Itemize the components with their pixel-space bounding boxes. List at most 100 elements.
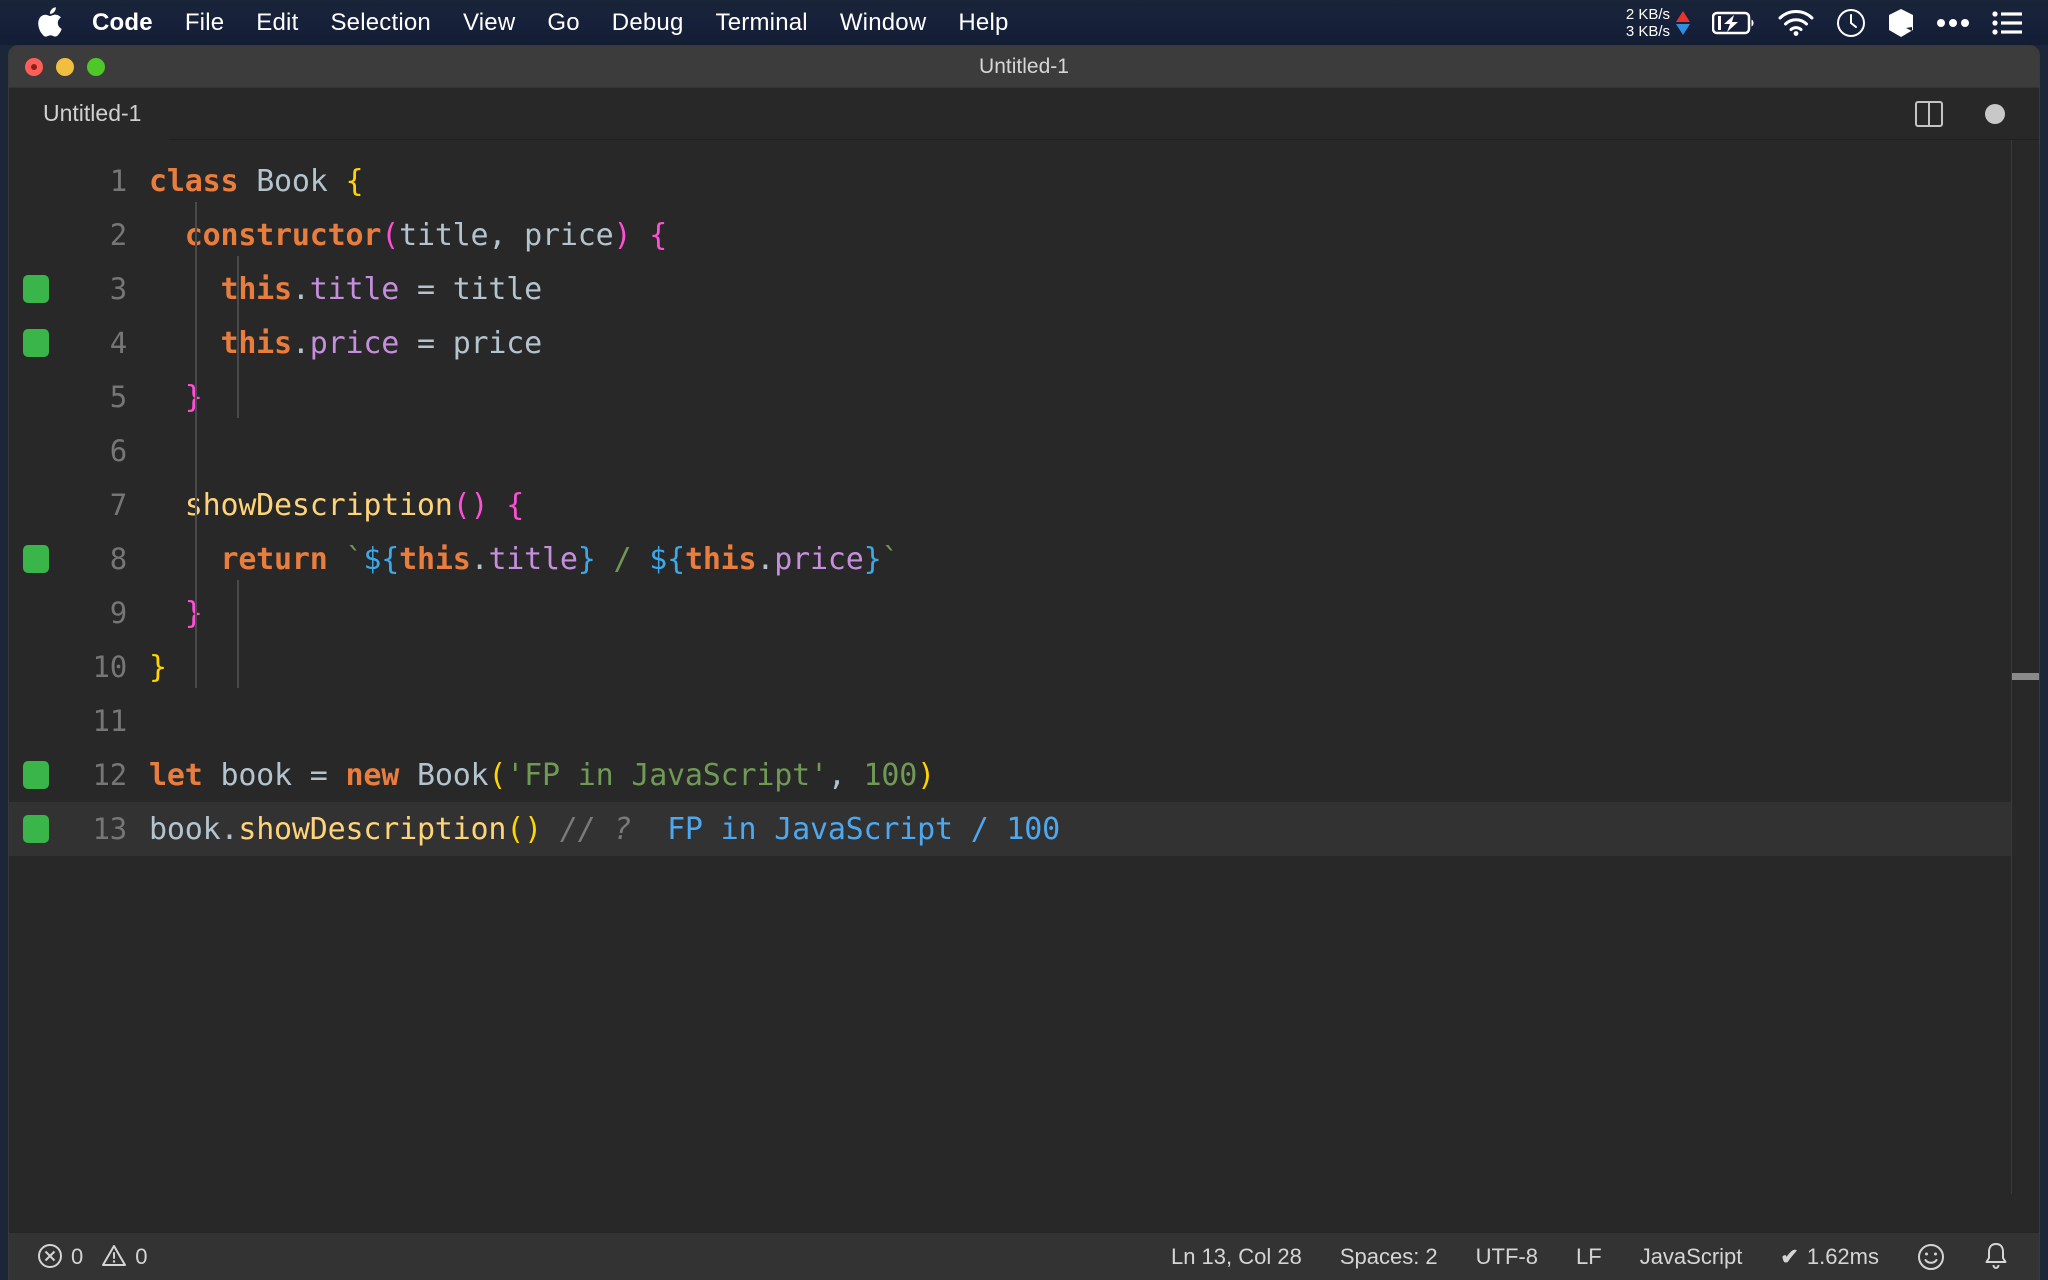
clock-icon[interactable] xyxy=(1836,8,1866,38)
code-line[interactable]: 6 xyxy=(9,424,2039,478)
code-token: showDescription xyxy=(238,812,506,847)
code-text[interactable]: let book = new Book('FP in JavaScript', … xyxy=(149,758,935,793)
download-arrow-icon xyxy=(1676,24,1690,35)
code-line[interactable]: 7 showDescription() { xyxy=(9,478,2039,532)
network-speed-indicator[interactable]: 2 KB/s 3 KB/s xyxy=(1626,6,1690,40)
code-token xyxy=(328,542,346,577)
menu-bar-items: Code File Edit Selection View Go Debug T… xyxy=(0,0,1025,45)
warning-icon xyxy=(101,1243,127,1270)
mac-menu-bar: Code File Edit Selection View Go Debug T… xyxy=(0,0,2048,45)
code-editor[interactable]: 1class Book {2 constructor(title, price)… xyxy=(9,140,2039,1194)
runtime-value: 1.62ms xyxy=(1807,1244,1879,1270)
encoding-setting[interactable]: UTF-8 xyxy=(1476,1244,1538,1270)
code-token: this xyxy=(220,326,291,361)
code-text[interactable]: this.title = title xyxy=(149,272,542,307)
language-mode[interactable]: JavaScript xyxy=(1640,1244,1743,1270)
code-token: } xyxy=(864,542,882,577)
code-token: ) xyxy=(613,218,631,253)
code-text[interactable]: this.price = price xyxy=(149,326,542,361)
line-number: 2 xyxy=(9,218,149,252)
code-token xyxy=(149,218,185,253)
split-editor-icon[interactable] xyxy=(1915,101,1943,127)
upload-arrow-icon xyxy=(1676,11,1690,22)
code-lines[interactable]: 1class Book {2 constructor(title, price)… xyxy=(9,140,2039,856)
eol-setting[interactable]: LF xyxy=(1576,1244,1602,1270)
tab-untitled-1[interactable]: Untitled-1 xyxy=(9,88,169,140)
battery-charging-icon[interactable] xyxy=(1712,11,1756,35)
code-text[interactable]: showDescription() { xyxy=(149,488,524,523)
code-line[interactable]: 9 } xyxy=(9,586,2039,640)
warning-count: 0 xyxy=(135,1244,147,1270)
code-text[interactable]: return `${this.title} / ${this.price}` xyxy=(149,542,899,577)
code-token xyxy=(149,596,185,631)
code-token: Book xyxy=(417,758,488,793)
network-download-speed: 3 KB/s xyxy=(1626,23,1670,40)
code-text[interactable]: } xyxy=(149,380,203,415)
code-line[interactable]: 11 xyxy=(9,694,2039,748)
menu-item-debug[interactable]: Debug xyxy=(596,0,700,45)
code-text[interactable]: } xyxy=(149,650,167,685)
menu-item-code[interactable]: Code xyxy=(76,0,169,45)
code-token: constructor xyxy=(185,218,381,253)
menu-item-selection[interactable]: Selection xyxy=(314,0,447,45)
git-change-marker-icon xyxy=(23,761,49,789)
code-token xyxy=(542,812,560,847)
menu-item-terminal[interactable]: Terminal xyxy=(700,0,824,45)
menu-item-edit[interactable]: Edit xyxy=(240,0,314,45)
code-token: . xyxy=(756,542,774,577)
code-line[interactable]: 12let book = new Book('FP in JavaScript'… xyxy=(9,748,2039,802)
problems-indicator[interactable]: 0 0 xyxy=(37,1243,148,1270)
error-icon xyxy=(37,1243,63,1270)
status-bar-left: 0 0 xyxy=(9,1243,148,1270)
code-token xyxy=(149,542,220,577)
code-token: title xyxy=(453,272,542,307)
cursor-position[interactable]: Ln 13, Col 28 xyxy=(1171,1244,1302,1270)
git-change-marker-icon xyxy=(23,545,49,573)
code-token: title xyxy=(310,272,399,307)
apple-logo-icon[interactable] xyxy=(30,0,70,45)
code-line[interactable]: 4 this.price = price xyxy=(9,316,2039,370)
code-token: = xyxy=(399,326,453,361)
git-change-marker-icon xyxy=(23,815,49,843)
code-text[interactable]: } xyxy=(149,596,203,631)
code-token: price xyxy=(453,326,542,361)
code-line[interactable]: 2 constructor(title, price) { xyxy=(9,208,2039,262)
code-line[interactable]: 1class Book { xyxy=(9,154,2039,208)
overview-ruler[interactable] xyxy=(2011,140,2039,1194)
code-text[interactable]: constructor(title, price) { xyxy=(149,218,667,253)
code-token: . xyxy=(220,812,238,847)
code-line[interactable]: 3 this.title = title xyxy=(9,262,2039,316)
code-text[interactable]: class Book { xyxy=(149,164,363,199)
code-token: ${ xyxy=(363,542,399,577)
ellipsis-icon[interactable] xyxy=(1936,18,1970,28)
network-upload-speed: 2 KB/s xyxy=(1626,6,1670,23)
code-line[interactable]: 13book.showDescription() // ? FP in Java… xyxy=(9,802,2039,856)
quokka-runtime[interactable]: ✔ 1.62ms xyxy=(1780,1244,1879,1270)
vscode-window: Untitled-1 Untitled-1 1class Book {2 con… xyxy=(8,45,2040,1280)
menu-item-go[interactable]: Go xyxy=(531,0,595,45)
menu-item-view[interactable]: View xyxy=(447,0,531,45)
line-number: 7 xyxy=(9,488,149,522)
code-token: ( xyxy=(381,218,399,253)
dropbox-icon[interactable] xyxy=(1888,8,1914,38)
feedback-smiley-icon[interactable] xyxy=(1917,1243,1945,1271)
unsaved-dot-icon[interactable] xyxy=(1985,104,2005,124)
window-title: Untitled-1 xyxy=(9,55,2039,79)
wifi-icon[interactable] xyxy=(1778,10,1814,36)
code-line[interactable]: 8 return `${this.title} / ${this.price}` xyxy=(9,532,2039,586)
menu-item-window[interactable]: Window xyxy=(824,0,943,45)
code-token: // ? xyxy=(560,812,631,847)
code-token: Book xyxy=(256,164,327,199)
control-center-list-icon[interactable] xyxy=(1992,11,2022,35)
code-token: this xyxy=(220,272,291,307)
code-token: / xyxy=(596,542,650,577)
code-text[interactable]: book.showDescription() // ? FP in JavaSc… xyxy=(149,812,1060,847)
menu-item-file[interactable]: File xyxy=(169,0,240,45)
code-line[interactable]: 10} xyxy=(9,640,2039,694)
code-token: () xyxy=(506,812,542,847)
bell-icon[interactable] xyxy=(1983,1242,2009,1271)
menu-item-help[interactable]: Help xyxy=(942,0,1024,45)
indentation-setting[interactable]: Spaces: 2 xyxy=(1340,1244,1438,1270)
line-number: 10 xyxy=(9,650,149,684)
code-line[interactable]: 5 } xyxy=(9,370,2039,424)
